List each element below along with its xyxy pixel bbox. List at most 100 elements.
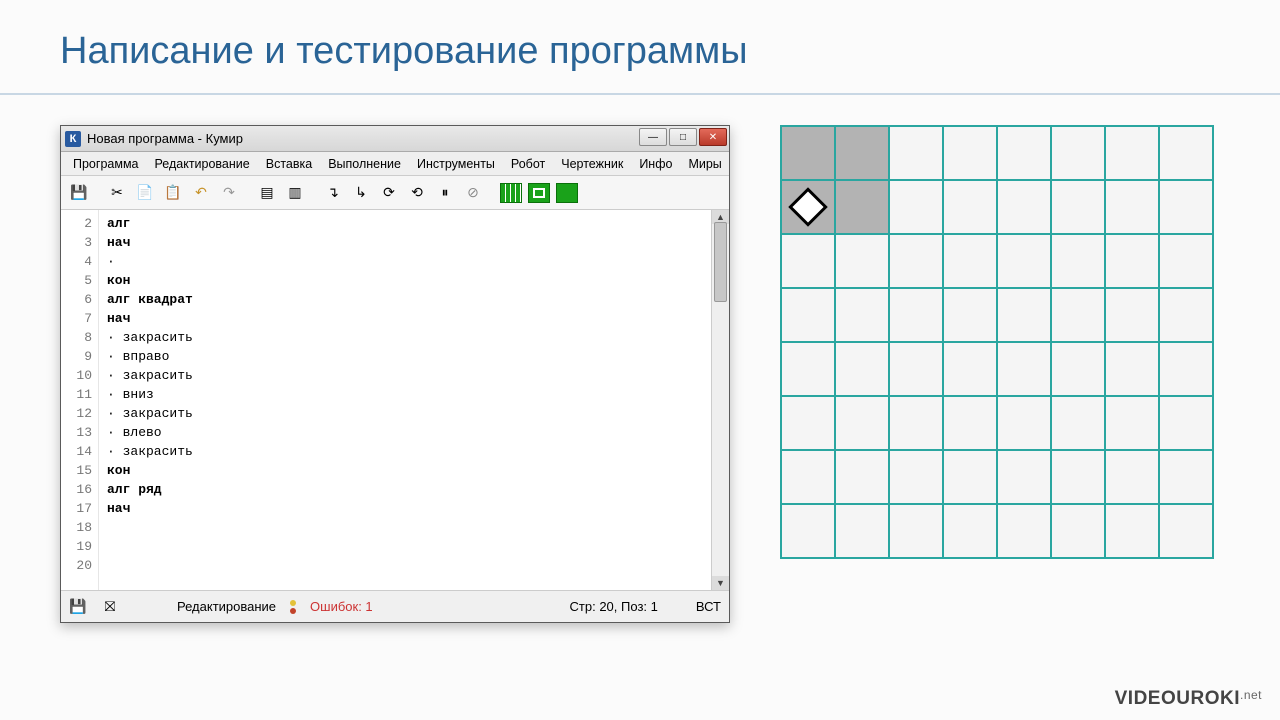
status-errors: Ошибок: 1 <box>310 599 373 614</box>
grid-cell <box>1105 180 1159 234</box>
step-over-icon[interactable]: ↳ <box>349 181 373 205</box>
grid-cell <box>943 342 997 396</box>
grid-cell <box>943 234 997 288</box>
maximize-button[interactable]: □ <box>669 128 697 146</box>
grid-cell <box>889 180 943 234</box>
slide: Написание и тестирование программы К Нов… <box>0 0 1280 720</box>
save-status-icon[interactable]: 💾 <box>69 598 87 616</box>
line-gutter: 234567891011121314151617181920 <box>61 210 99 590</box>
undo-icon[interactable]: ↶ <box>189 181 213 205</box>
stop-icon[interactable]: ⊘ <box>461 181 485 205</box>
grid-cell <box>1051 396 1105 450</box>
paste-icon[interactable]: 📋 <box>161 181 185 205</box>
doc2-icon[interactable]: ▥ <box>283 181 307 205</box>
grid-cell <box>943 288 997 342</box>
grid-cell <box>1159 234 1213 288</box>
grid-cell <box>1159 126 1213 180</box>
status-mode: Редактирование <box>177 599 276 614</box>
cut-icon[interactable]: ✂ <box>105 181 129 205</box>
minimize-button[interactable]: — <box>639 128 667 146</box>
close-doc-icon[interactable]: ⛝ <box>101 598 119 616</box>
grid-cell <box>835 450 889 504</box>
grid-cell <box>835 342 889 396</box>
robot-grid <box>780 125 1214 559</box>
vertical-scrollbar[interactable]: ▲ ▼ <box>711 210 729 590</box>
grid-cell <box>1105 504 1159 558</box>
watermark-brand: VIDEOUROKI <box>1115 688 1240 709</box>
menu-robot[interactable]: Робот <box>503 155 553 173</box>
grid-cell <box>889 126 943 180</box>
grid3-icon[interactable] <box>555 181 579 205</box>
grid2-icon[interactable] <box>527 181 551 205</box>
scroll-down-icon[interactable]: ▼ <box>712 576 729 590</box>
grid-cell <box>1051 180 1105 234</box>
titlebar[interactable]: К Новая программа - Кумир — □ ✕ <box>61 126 729 152</box>
grid-cell <box>889 450 943 504</box>
menu-tools[interactable]: Инструменты <box>409 155 503 173</box>
grid-cell <box>1051 234 1105 288</box>
menu-drafter[interactable]: Чертежник <box>553 155 631 173</box>
grid-cell <box>889 234 943 288</box>
save-icon[interactable]: 💾 <box>67 181 91 205</box>
grid-cell <box>997 504 1051 558</box>
grid-cell <box>889 342 943 396</box>
grid-cell <box>1159 342 1213 396</box>
grid-cell <box>781 396 835 450</box>
step-into-icon[interactable]: ↴ <box>321 181 345 205</box>
redo-icon[interactable]: ↷ <box>217 181 241 205</box>
grid-cell <box>997 126 1051 180</box>
status-insert-mode: ВСТ <box>696 599 721 614</box>
window-title: Новая программа - Кумир <box>87 131 243 146</box>
menu-info[interactable]: Инфо <box>631 155 680 173</box>
grid-cell <box>835 504 889 558</box>
grid-cell <box>1159 396 1213 450</box>
copy-icon[interactable]: 📄 <box>133 181 157 205</box>
grid-cell <box>1051 288 1105 342</box>
menu-run[interactable]: Выполнение <box>320 155 409 173</box>
grid-cell <box>1159 504 1213 558</box>
grid-cell <box>997 180 1051 234</box>
grid-cell <box>943 450 997 504</box>
grid-cell <box>1159 288 1213 342</box>
run-fast-icon[interactable]: ⟳ <box>377 181 401 205</box>
app-icon: К <box>65 131 81 147</box>
pause-icon[interactable]: ⏸ <box>433 181 457 205</box>
code-editor[interactable]: 234567891011121314151617181920 алгнач·ко… <box>61 210 729 590</box>
grid-cell <box>835 126 889 180</box>
robot-field-wrap <box>780 125 1214 623</box>
grid-cell <box>1105 126 1159 180</box>
grid-cell <box>889 396 943 450</box>
grid-cell <box>781 450 835 504</box>
close-button[interactable]: ✕ <box>699 128 727 146</box>
divider <box>0 93 1280 95</box>
grid-cell <box>997 288 1051 342</box>
menu-insert[interactable]: Вставка <box>258 155 320 173</box>
grid-cell <box>997 396 1051 450</box>
grid-cell <box>1105 396 1159 450</box>
grid-cell <box>1105 450 1159 504</box>
slide-title: Написание и тестирование программы <box>0 0 1280 93</box>
grid-cell <box>997 450 1051 504</box>
watermark-suffix: .net <box>1240 688 1262 702</box>
grid-cell <box>1051 342 1105 396</box>
content: К Новая программа - Кумир — □ ✕ Программ… <box>0 125 1280 623</box>
grid1-icon[interactable] <box>499 181 523 205</box>
grid-cell <box>997 342 1051 396</box>
grid-cell <box>1105 234 1159 288</box>
menu-worlds[interactable]: Миры <box>680 155 729 173</box>
grid-cell <box>943 180 997 234</box>
grid-cell <box>1051 450 1105 504</box>
grid-cell <box>835 234 889 288</box>
menu-program[interactable]: Программа <box>65 155 147 173</box>
grid-cell <box>835 396 889 450</box>
code-area[interactable]: алгнач·коналг квадратнач· закрасить· впр… <box>99 210 711 590</box>
grid-cell <box>997 234 1051 288</box>
menubar: Программа Редактирование Вставка Выполне… <box>61 152 729 176</box>
scroll-thumb[interactable] <box>714 222 727 302</box>
doc1-icon[interactable]: ▤ <box>255 181 279 205</box>
run-slow-icon[interactable]: ⟲ <box>405 181 429 205</box>
grid-cell <box>781 234 835 288</box>
menu-edit[interactable]: Редактирование <box>147 155 258 173</box>
grid-cell <box>889 288 943 342</box>
grid-cell <box>943 126 997 180</box>
